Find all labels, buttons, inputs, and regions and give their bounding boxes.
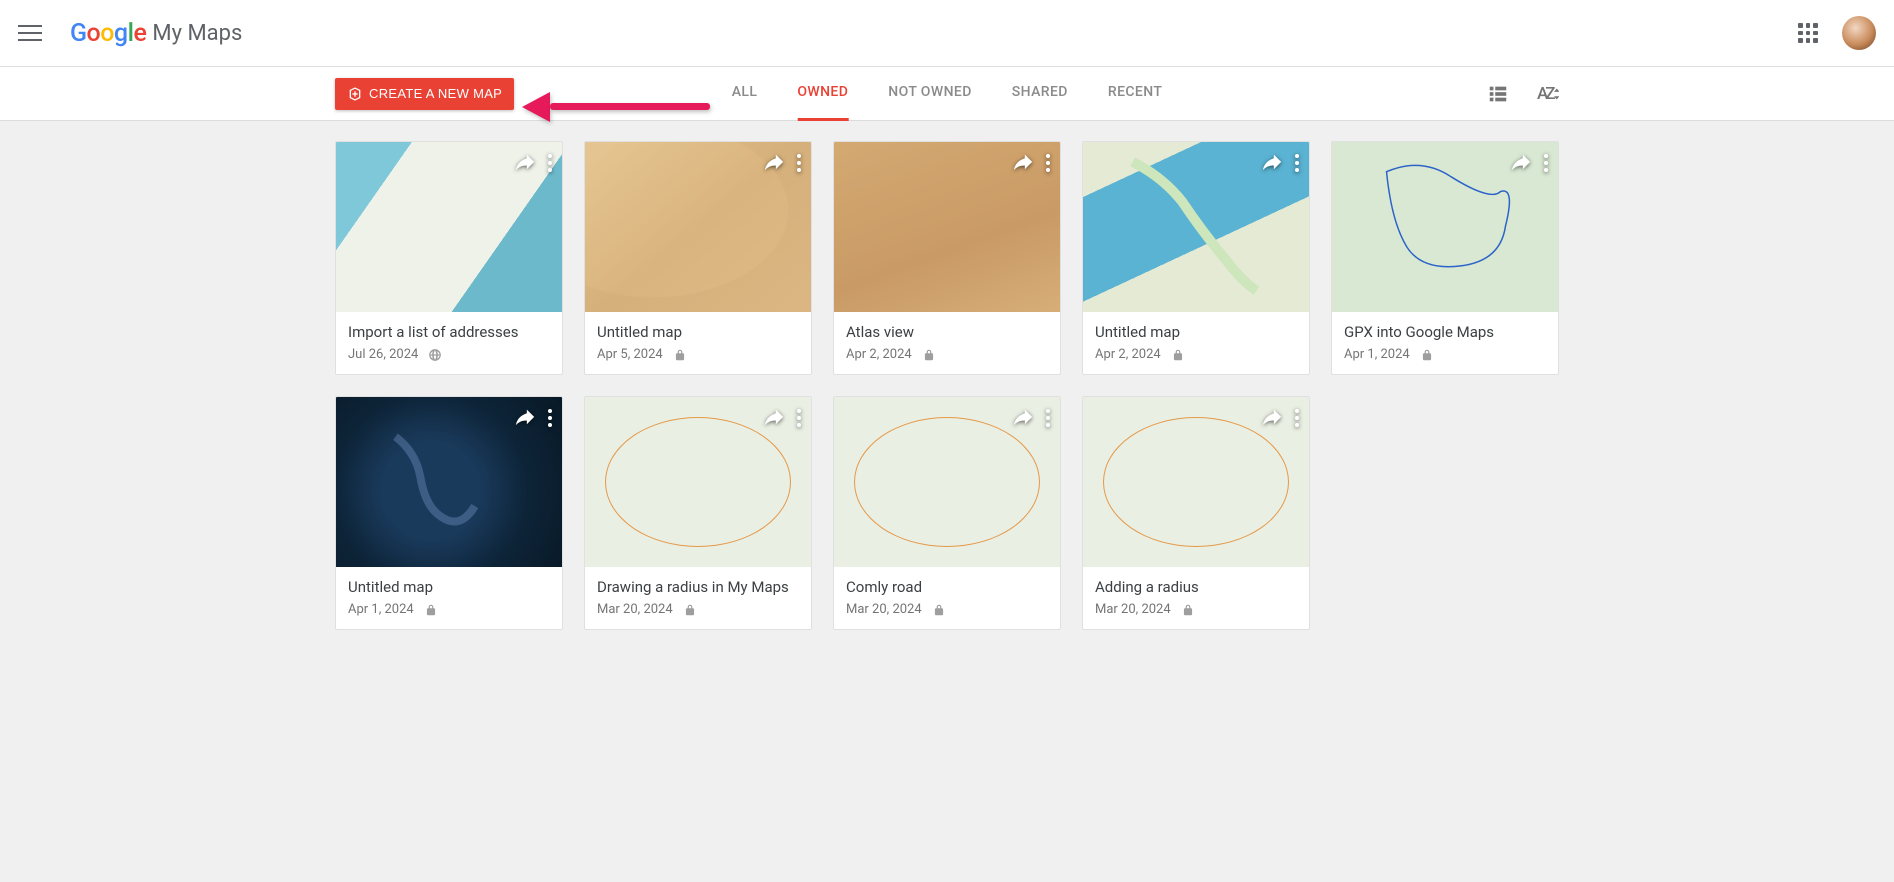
map-card[interactable]: Import a list of addresses Jul 26, 2024 [335, 141, 563, 375]
map-thumbnail [585, 397, 811, 567]
tab-all[interactable]: ALL [732, 67, 758, 121]
more-options-icon[interactable] [1044, 405, 1052, 431]
map-thumbnail [1332, 142, 1558, 312]
map-title: Untitled map [1095, 323, 1297, 341]
map-title: GPX into Google Maps [1344, 323, 1546, 341]
more-options-icon[interactable] [795, 150, 803, 176]
share-icon[interactable] [1261, 150, 1283, 176]
share-icon[interactable] [514, 405, 536, 431]
map-meta: Mar 20, 2024 [1095, 602, 1297, 617]
map-date: Apr 1, 2024 [1344, 347, 1410, 362]
header: Google My Maps [0, 0, 1894, 67]
map-card[interactable]: Untitled map Apr 1, 2024 [335, 396, 563, 630]
map-meta: Mar 20, 2024 [846, 602, 1048, 617]
map-card[interactable]: Comly road Mar 20, 2024 [833, 396, 1061, 630]
sort-az-icon[interactable]: AZ [1537, 83, 1559, 105]
google-logo: Google [70, 19, 146, 48]
lock-icon [1420, 347, 1434, 362]
more-options-icon[interactable] [1542, 150, 1550, 176]
share-icon[interactable] [763, 405, 785, 431]
google-apps-icon[interactable] [1796, 21, 1820, 45]
map-date: Apr 2, 2024 [1095, 347, 1161, 362]
more-options-icon[interactable] [795, 405, 803, 431]
map-date: Jul 26, 2024 [348, 347, 418, 362]
share-icon[interactable] [1510, 150, 1532, 176]
map-meta: Apr 2, 2024 [846, 347, 1048, 362]
tab-owned[interactable]: OWNED [797, 67, 848, 121]
map-thumbnail [336, 397, 562, 567]
map-meta: Apr 5, 2024 [597, 347, 799, 362]
more-options-icon[interactable] [546, 150, 554, 176]
map-thumbnail [1083, 142, 1309, 312]
lock-icon [1171, 347, 1185, 362]
lock-icon [673, 347, 687, 362]
map-card[interactable]: Adding a radius Mar 20, 2024 [1082, 396, 1310, 630]
more-options-icon[interactable] [1293, 150, 1301, 176]
map-thumbnail [834, 142, 1060, 312]
map-date: Apr 2, 2024 [846, 347, 912, 362]
map-title: Untitled map [597, 323, 799, 341]
content: Import a list of addresses Jul 26, 2024 Un… [0, 121, 1894, 670]
lock-icon [932, 602, 946, 617]
map-date: Apr 5, 2024 [597, 347, 663, 362]
more-options-icon[interactable] [1044, 150, 1052, 176]
map-title: Import a list of addresses [348, 323, 550, 341]
map-thumbnail [1083, 397, 1309, 567]
account-avatar[interactable] [1842, 16, 1876, 50]
map-card[interactable]: Untitled map Apr 2, 2024 [1082, 141, 1310, 375]
more-options-icon[interactable] [1293, 405, 1301, 431]
filter-tabs: ALL OWNED NOT OWNED SHARED RECENT [732, 67, 1163, 121]
globe-icon [428, 347, 442, 362]
share-icon[interactable] [514, 150, 536, 176]
maps-grid: Import a list of addresses Jul 26, 2024 Un… [172, 141, 1722, 630]
share-icon[interactable] [1012, 150, 1034, 176]
map-title: Atlas view [846, 323, 1048, 341]
lock-icon [1181, 602, 1195, 617]
map-meta: Apr 1, 2024 [348, 602, 550, 617]
map-date: Mar 20, 2024 [846, 602, 922, 617]
map-title: Untitled map [348, 578, 550, 596]
map-date: Apr 1, 2024 [348, 602, 414, 617]
toolbar: CREATE A NEW MAP ALL OWNED NOT OWNED SHARED… [0, 67, 1894, 121]
share-icon[interactable] [1012, 405, 1034, 431]
map-card[interactable]: Atlas view Apr 2, 2024 [833, 141, 1061, 375]
logo[interactable]: Google My Maps [70, 19, 242, 48]
lock-icon [922, 347, 936, 362]
map-date: Mar 20, 2024 [597, 602, 673, 617]
map-card[interactable]: Untitled map Apr 5, 2024 [584, 141, 812, 375]
map-thumbnail [834, 397, 1060, 567]
map-plus-icon [347, 86, 363, 102]
list-view-icon[interactable] [1487, 83, 1509, 105]
map-date: Mar 20, 2024 [1095, 602, 1171, 617]
annotation-arrow [522, 92, 710, 122]
map-meta: Apr 2, 2024 [1095, 347, 1297, 362]
share-icon[interactable] [1261, 405, 1283, 431]
map-card[interactable]: GPX into Google Maps Apr 1, 2024 [1331, 141, 1559, 375]
lock-icon [424, 602, 438, 617]
map-title: Comly road [846, 578, 1048, 596]
tab-recent[interactable]: RECENT [1108, 67, 1162, 121]
map-meta: Jul 26, 2024 [348, 347, 550, 362]
map-thumbnail [336, 142, 562, 312]
app-title: My Maps [152, 21, 242, 46]
map-meta: Mar 20, 2024 [597, 602, 799, 617]
more-options-icon[interactable] [546, 405, 554, 431]
tab-not-owned[interactable]: NOT OWNED [888, 67, 972, 121]
map-card[interactable]: Drawing a radius in My Maps Mar 20, 2024 [584, 396, 812, 630]
share-icon[interactable] [763, 150, 785, 176]
lock-icon [683, 602, 697, 617]
create-button-label: CREATE A NEW MAP [369, 86, 502, 101]
create-new-map-button[interactable]: CREATE A NEW MAP [335, 78, 514, 110]
map-title: Drawing a radius in My Maps [597, 578, 799, 596]
map-title: Adding a radius [1095, 578, 1297, 596]
map-thumbnail [585, 142, 811, 312]
tab-shared[interactable]: SHARED [1012, 67, 1068, 121]
menu-icon[interactable] [18, 21, 42, 45]
map-meta: Apr 1, 2024 [1344, 347, 1546, 362]
